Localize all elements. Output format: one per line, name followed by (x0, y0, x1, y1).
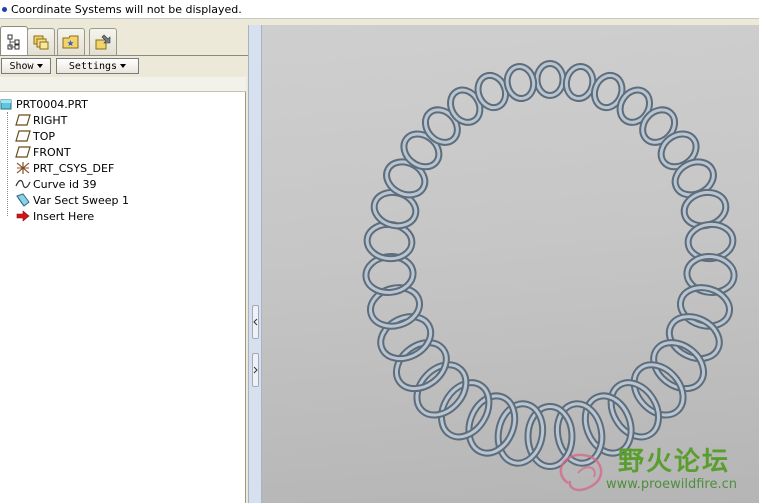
navigator-tabs (0, 26, 248, 56)
spring-coil (503, 62, 538, 103)
folder-browser-icon (33, 35, 49, 50)
spring-model (362, 60, 738, 470)
expand-right-button[interactable] (252, 353, 259, 387)
spring-coil-highlight (535, 62, 565, 97)
navigator-panel: Show Settings PRT0004.PRT RIGHT TOP FRON… (0, 25, 248, 503)
tree-item-curve[interactable]: Curve id 39 (15, 176, 96, 192)
spring-coil (562, 62, 597, 103)
sweep-icon (15, 193, 31, 207)
folder-browser-tab[interactable] (27, 28, 55, 55)
tree-item-label: FRONT (33, 145, 71, 159)
tree-item-label: Insert Here (33, 209, 95, 223)
tree-item-label: Var Sect Sweep 1 (33, 193, 130, 207)
collapse-left-button[interactable] (252, 305, 259, 339)
watermark-url: www.proewildfire.cn (606, 477, 737, 492)
spring-coil-highlight (395, 341, 448, 391)
panel-splitter[interactable] (248, 25, 262, 503)
chevron-left-icon (253, 318, 258, 326)
spring-coil (494, 400, 547, 467)
show-label: Show (9, 60, 34, 72)
tree-root-label: PRT0004.PRT (16, 97, 88, 111)
datum-plane-icon (15, 113, 31, 127)
tree-item-label: Curve id 39 (33, 177, 97, 191)
datum-plane-icon (15, 145, 31, 159)
spring-coil-highlight (641, 108, 677, 144)
connections-icon (95, 34, 111, 50)
watermark-logo-icon (559, 453, 603, 492)
tree-item-front[interactable]: FRONT (15, 144, 71, 160)
spring-coil-highlight (402, 132, 441, 169)
settings-dropdown-button[interactable]: Settings (56, 58, 139, 74)
tree-item-top[interactable]: TOP (15, 128, 55, 144)
model-tree: PRT0004.PRT RIGHT TOP FRONT PRT_CSYS_DEF… (0, 77, 246, 503)
message-bar: Coordinate Systems will not be displayed… (0, 0, 759, 19)
chevron-down-icon (36, 64, 43, 68)
graphics-viewport[interactable] (262, 25, 759, 503)
watermark-title: 野火论坛 (618, 447, 731, 477)
coordinate-system-icon (15, 161, 31, 175)
chevron-right-icon (253, 366, 258, 374)
message-text: Coordinate Systems will not be displayed… (11, 2, 242, 16)
favorites-icon (62, 35, 79, 49)
tree-connector-line (7, 112, 8, 216)
spring-coil-highlight (423, 108, 459, 144)
navigator-toolbar: Show Settings (0, 55, 248, 76)
chevron-down-icon (120, 64, 127, 68)
tree-item-insert-here[interactable]: Insert Here (15, 208, 94, 224)
settings-label: Settings (68, 60, 118, 72)
model-tree-header (0, 77, 246, 92)
tree-item-label: PRT_CSYS_DEF (33, 161, 115, 175)
tree-item-label: RIGHT (33, 113, 68, 127)
insert-arrow-icon (15, 209, 31, 223)
tree-item-label: TOP (33, 129, 56, 143)
part-icon (0, 97, 14, 111)
tree-item-sweep[interactable]: Var Sect Sweep 1 (15, 192, 129, 208)
show-dropdown-button[interactable]: Show (1, 58, 51, 74)
favorites-tab[interactable] (57, 28, 85, 55)
connections-tab[interactable] (89, 28, 117, 55)
datum-plane-icon (15, 129, 31, 143)
info-bullet-icon (2, 6, 7, 12)
curve-icon (15, 177, 31, 191)
tree-item-right[interactable]: RIGHT (15, 112, 67, 128)
tree-item-csys[interactable]: PRT_CSYS_DEF (15, 160, 114, 176)
forum-watermark: 野火论坛 www.proewildfire.cn (548, 437, 759, 503)
spring-coil-highlight (609, 381, 660, 439)
tree-root-part[interactable]: PRT0004.PRT (0, 96, 88, 112)
model-tree-icon (7, 34, 20, 49)
model-tree-tab[interactable] (0, 26, 28, 56)
